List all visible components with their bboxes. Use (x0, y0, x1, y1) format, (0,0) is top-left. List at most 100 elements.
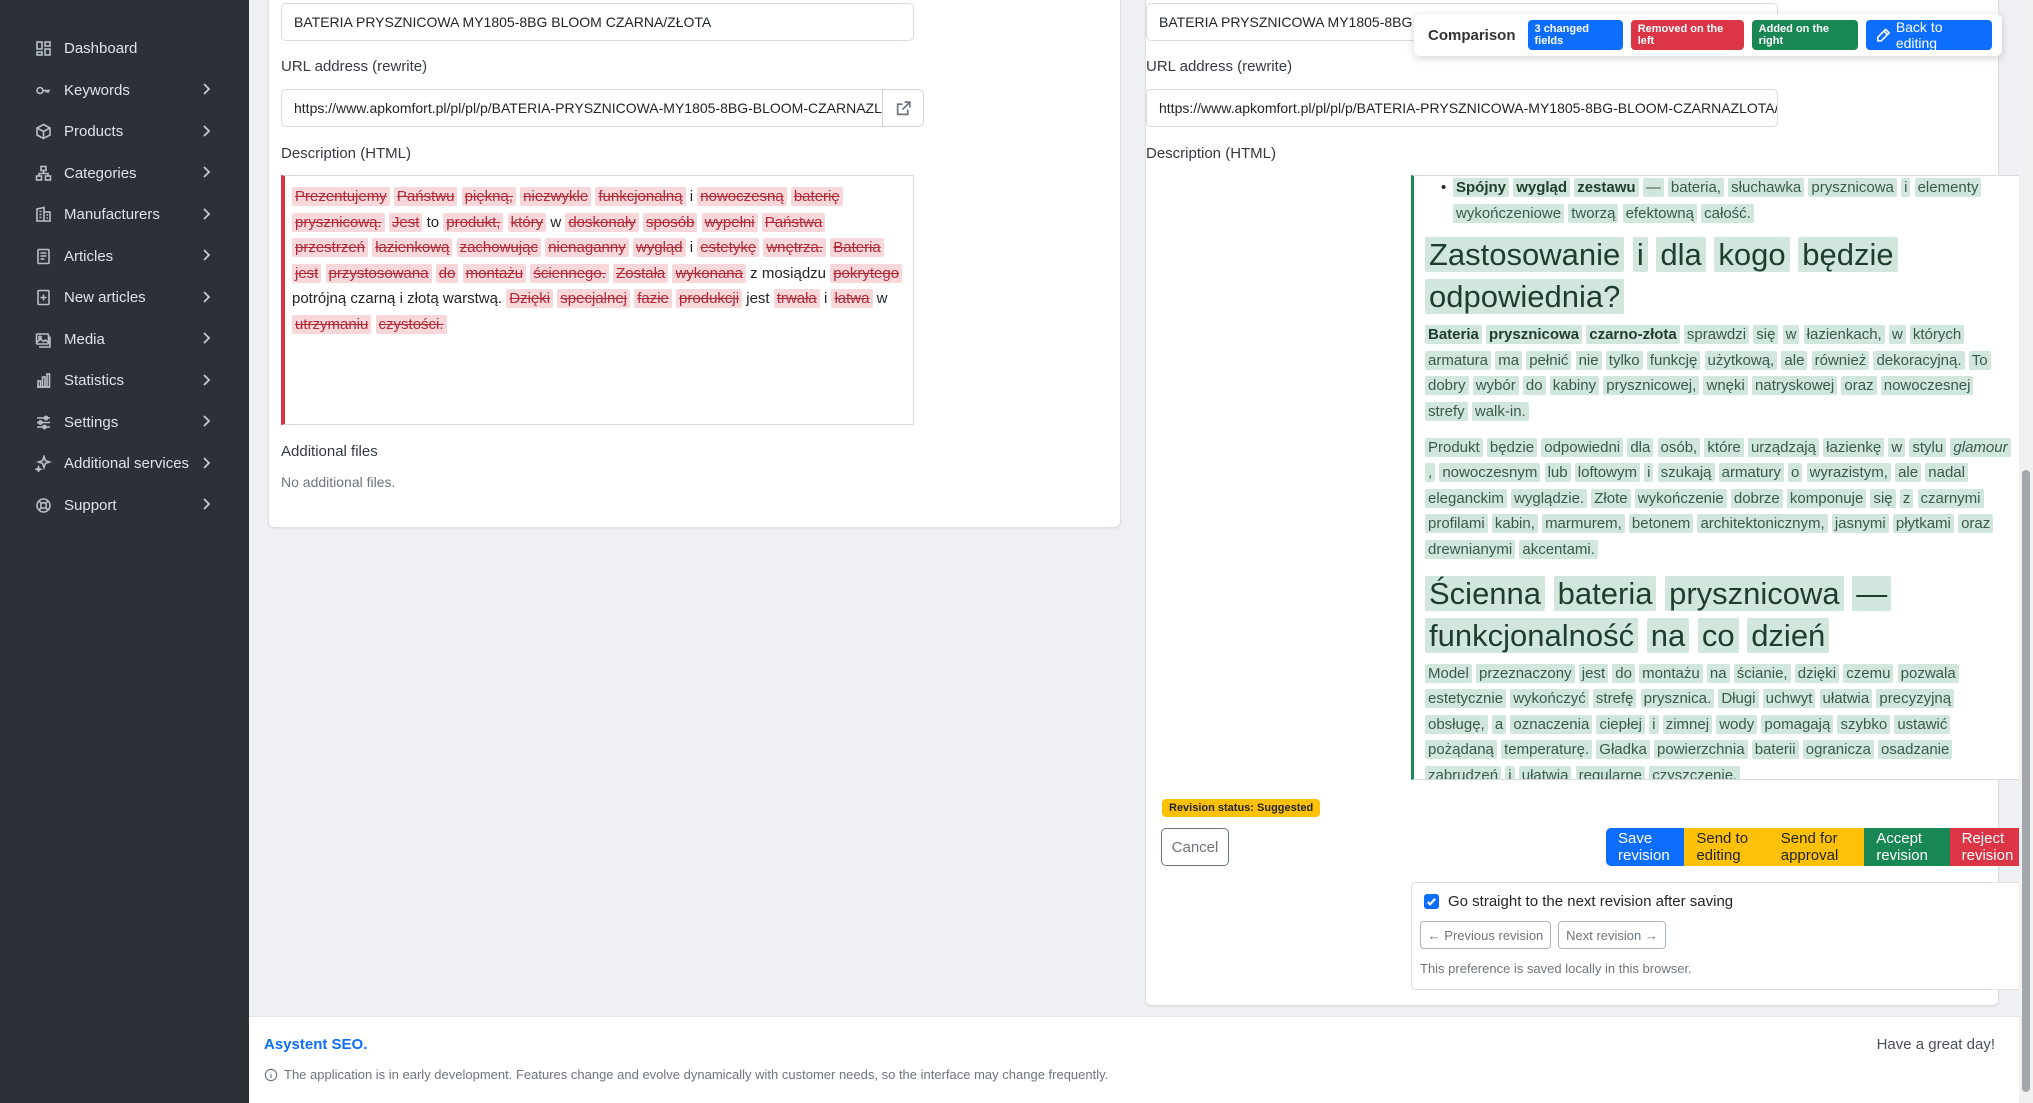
open-url-button[interactable] (882, 89, 924, 127)
added-word: Gładka (1596, 740, 1650, 760)
added-word: użytkową, (1704, 350, 1778, 370)
added-word: montażu (1639, 663, 1703, 683)
new-article-icon (34, 289, 52, 307)
removed-word: Państwu (393, 187, 458, 206)
added-word: prysznicowej, (1603, 376, 1700, 396)
chevron-right-icon[interactable] (199, 207, 215, 223)
added-word: temperaturę. (1501, 740, 1593, 760)
chevron-right-icon[interactable] (199, 373, 215, 389)
added-word: i (1649, 714, 1659, 734)
next-revision-label[interactable]: Go straight to the next revision after s… (1448, 893, 1733, 910)
sidebar-item-dashboard[interactable]: Dashboard (0, 28, 249, 70)
left-description-diff[interactable]: Prezentujemy Państwu piękną, niezwykle f… (281, 175, 914, 425)
sidebar-item-new-articles[interactable]: New articles (0, 277, 249, 319)
accept-revision-button[interactable]: Accept revision (1864, 828, 1950, 866)
previous-revision-button[interactable]: ← Previous revision (1420, 921, 1551, 949)
added-word: których (1909, 325, 1965, 345)
sidebar-item-media[interactable]: Media (0, 319, 249, 361)
unchanged-word: i (689, 239, 694, 257)
added-word: prysznica. (1640, 689, 1715, 709)
next-revision-button[interactable]: Next revision → (1558, 921, 1666, 949)
sidebar-item-manufacturers[interactable]: Manufacturers (0, 194, 249, 236)
right-description-diff[interactable]: • Spójny wygląd zestawu — bateria, słucha… (1411, 175, 2033, 780)
removed-word: łatwa (831, 289, 873, 309)
right-url-field[interactable]: https://www.apkomfort.pl/pl/pl/p/BATERIA… (1146, 89, 1778, 127)
media-icon (34, 330, 52, 348)
added-word: płytkami (1892, 514, 1954, 534)
chevron-right-icon[interactable] (199, 82, 215, 98)
added-heading-word: i (1632, 237, 1648, 273)
added-word: Spójny (1453, 178, 1510, 197)
chevron-right-icon[interactable] (199, 248, 215, 264)
added-word: wody (1716, 714, 1758, 734)
sidebar-item-settings[interactable]: Settings (0, 402, 249, 444)
added-text: • Spójny wygląd zestawu — bateria, słucha… (1414, 176, 2033, 779)
added-heading-word: Ścienna (1425, 575, 1546, 611)
next-revision-checkbox[interactable] (1424, 894, 1439, 909)
external-link-icon (896, 100, 911, 115)
page-scrollbar[interactable] (2019, 0, 2033, 1103)
box-icon (34, 123, 52, 141)
right-url-label: URL address (rewrite) (1146, 58, 1293, 75)
sidebar-item-additional-services[interactable]: Additional services (0, 443, 249, 485)
removed-word: fazie (634, 289, 672, 309)
added-word: ogranicza (1802, 740, 1874, 760)
removed-word: wypełni (701, 212, 758, 232)
left-url-label: URL address (rewrite) (281, 58, 428, 75)
save-revision-button[interactable]: Save revision (1606, 828, 1685, 866)
unchanged-word: w (876, 290, 888, 308)
added-word: ale (1781, 350, 1808, 370)
removed-word: wykonana (672, 263, 746, 283)
chevron-right-icon[interactable] (199, 331, 215, 347)
added-word: To (1968, 350, 1991, 370)
sidebar-item-products[interactable]: Products (0, 111, 249, 153)
removed-word: nowoczesną (697, 187, 787, 206)
sidebar-item-statistics[interactable]: Statistics (0, 360, 249, 402)
footer-greeting: Have a great day! (1876, 1036, 1995, 1053)
back-to-editing-button[interactable]: Back to editing (1865, 19, 1992, 51)
chevron-right-icon[interactable] (199, 456, 215, 472)
send-for-approval-button[interactable]: Send for approval (1768, 828, 1865, 866)
additional-files-label: Additional files (281, 443, 378, 460)
removed-word: Państwa (761, 212, 826, 232)
removed-word: jest (292, 263, 322, 283)
added-word: i (1901, 178, 1911, 197)
sidebar-item-articles[interactable]: Articles (0, 236, 249, 278)
added-word: do (1522, 376, 1546, 396)
added-word: pomagają (1761, 714, 1834, 734)
chevron-right-icon[interactable] (199, 290, 215, 306)
removed-word: montażu (462, 263, 527, 283)
added-heading-word: kogo (1714, 237, 1790, 273)
cancel-button[interactable]: Cancel (1161, 828, 1229, 866)
revision-action-group: Save revision Send to editing Send for a… (1606, 828, 2033, 866)
added-word: ścianie, (1733, 663, 1791, 683)
chevron-right-icon[interactable] (199, 414, 215, 430)
added-word: bateria, (1667, 178, 1724, 197)
added-word: elementy (1914, 178, 1982, 197)
left-revision-card: BATERIA PRYSZNICOWA MY1805-8BG BLOOM CZA… (268, 0, 1121, 528)
comparison-title: Comparison (1428, 26, 1516, 44)
sidebar-nav: Dashboard Keywords Products Categories Manuf… (0, 0, 249, 526)
added-bullet-item: • Spójny wygląd zestawu — bateria, słucha… (1425, 176, 2020, 226)
chevron-right-icon[interactable] (199, 165, 215, 181)
sidebar-item-categories[interactable]: Categories (0, 153, 249, 195)
chevron-right-icon[interactable] (199, 124, 215, 140)
added-word: , (1425, 463, 1436, 483)
footer-brand[interactable]: Asystent SEO. (264, 1036, 367, 1053)
send-to-editing-button[interactable]: Send to editing (1684, 828, 1769, 866)
left-name-field[interactable]: BATERIA PRYSZNICOWA MY1805-8BG BLOOM CZA… (281, 3, 914, 41)
page-scroll-thumb[interactable] (2022, 470, 2030, 1092)
sidebar-item-support[interactable]: Support (0, 485, 249, 527)
added-word: oraz (1841, 376, 1877, 396)
added-word: zestawu (1574, 178, 1639, 197)
removed-word: nienaganny (545, 238, 629, 258)
removed-word: doskonały (565, 212, 639, 232)
added-heading-word: co (1697, 617, 1739, 653)
left-url-field[interactable]: https://www.apkomfort.pl/pl/pl/p/BATERIA… (281, 89, 884, 127)
added-heading-word: Zastosowanie (1425, 237, 1625, 273)
added-word: ciepłej (1596, 714, 1645, 734)
chevron-right-icon[interactable] (199, 497, 215, 513)
added-word: dobry (1425, 376, 1469, 396)
sidebar-item-keywords[interactable]: Keywords (0, 70, 249, 112)
added-paragraph: Model przeznaczony jest do montażu na śc… (1425, 661, 2020, 779)
